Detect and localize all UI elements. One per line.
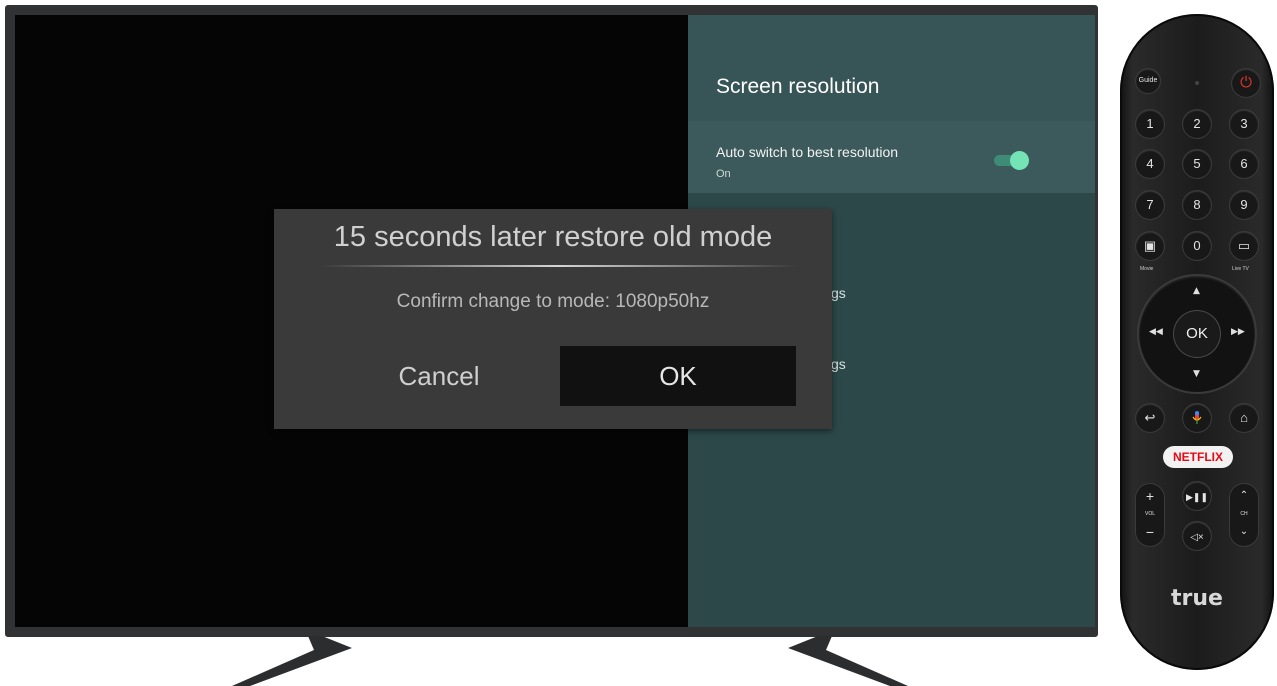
- channel-down-icon: ⌄: [1239, 526, 1249, 537]
- power-button[interactable]: ⏻: [1232, 69, 1260, 97]
- key-5[interactable]: 5: [1183, 150, 1211, 178]
- cancel-button[interactable]: Cancel: [334, 346, 544, 406]
- fast-forward-icon[interactable]: ▶▶: [1231, 327, 1245, 337]
- brand-logo: true: [1171, 586, 1223, 611]
- vol-label: VOL: [1144, 511, 1155, 517]
- home-button[interactable]: ⌂: [1230, 404, 1258, 432]
- rewind-icon[interactable]: ◀◀: [1149, 327, 1163, 337]
- dpad-ok-button[interactable]: OK: [1174, 311, 1220, 357]
- toggle-knob: [1010, 151, 1029, 170]
- tv-frame: Screen resolution Auto switch to best re…: [5, 5, 1098, 637]
- tv-stand-left: [232, 636, 352, 686]
- indicator-light: [1195, 81, 1199, 85]
- volume-up-icon: +: [1145, 488, 1155, 504]
- settings-title: Screen resolution: [716, 75, 880, 98]
- key-1[interactable]: 1: [1136, 110, 1164, 138]
- auto-switch-toggle[interactable]: [994, 151, 1029, 170]
- ok-button[interactable]: OK: [560, 346, 796, 406]
- live-tv-button[interactable]: ▭: [1230, 232, 1258, 260]
- channel-rocker[interactable]: ⌃ CH ⌄: [1230, 484, 1258, 546]
- volume-down-icon: −: [1145, 524, 1155, 540]
- voice-button[interactable]: [1183, 404, 1211, 432]
- power-icon: ⏻: [1240, 74, 1252, 91]
- auto-switch-value: On: [716, 168, 731, 180]
- menu-item-partial-2[interactable]: gs: [831, 356, 846, 372]
- microphone-icon: [1192, 411, 1202, 424]
- dialog-title: 15 seconds later restore old mode: [333, 221, 773, 253]
- movie-label: Movie: [1140, 266, 1154, 272]
- home-icon: ⌂: [1240, 410, 1248, 425]
- dpad: ▲ ▼ ◀◀ ▶▶ OK: [1139, 276, 1255, 392]
- tv-screen: Screen resolution Auto switch to best re…: [15, 15, 1095, 627]
- dialog-divider: [319, 265, 797, 267]
- netflix-button[interactable]: NETFLIX: [1163, 446, 1233, 468]
- key-3[interactable]: 3: [1230, 110, 1258, 138]
- remote-control: Guide ⏻ 1 2 3 4 5 6 7 8 9 ▣ Movie 0 ▭ Li…: [1120, 14, 1274, 670]
- guide-button[interactable]: Guide: [1136, 69, 1160, 93]
- restore-mode-dialog: 15 seconds later restore old mode Confir…: [274, 209, 832, 429]
- key-7[interactable]: 7: [1136, 191, 1164, 219]
- dpad-up-arrow[interactable]: ▲: [1193, 286, 1200, 296]
- key-6[interactable]: 6: [1230, 150, 1258, 178]
- key-2[interactable]: 2: [1183, 110, 1211, 138]
- auto-switch-row[interactable]: Auto switch to best resolution On: [688, 121, 1095, 193]
- back-icon: ↩: [1144, 410, 1156, 425]
- settings-header: Screen resolution: [688, 15, 1095, 121]
- mute-icon: ◁×: [1190, 532, 1204, 543]
- auto-switch-label: Auto switch to best resolution: [716, 144, 899, 160]
- key-9[interactable]: 9: [1230, 191, 1258, 219]
- tv-stand-right: [788, 636, 908, 686]
- menu-item-partial-1[interactable]: gs: [831, 285, 846, 301]
- key-0[interactable]: 0: [1183, 232, 1211, 260]
- movie-button[interactable]: ▣: [1136, 232, 1164, 260]
- dpad-down-arrow[interactable]: ▼: [1193, 369, 1200, 379]
- play-pause-button[interactable]: ▶❚❚: [1183, 482, 1211, 510]
- back-button[interactable]: ↩: [1136, 404, 1164, 432]
- volume-rocker[interactable]: + VOL −: [1136, 484, 1164, 546]
- channel-up-icon: ⌃: [1239, 490, 1249, 501]
- ch-label: CH: [1240, 511, 1248, 517]
- tv-icon: ▭: [1237, 238, 1251, 253]
- movie-icon: ▣: [1143, 238, 1157, 253]
- dialog-message: Confirm change to mode: 1080p50hz: [396, 291, 710, 312]
- live-tv-label: Live TV: [1232, 266, 1249, 272]
- mute-button[interactable]: ◁×: [1183, 522, 1211, 550]
- key-4[interactable]: 4: [1136, 150, 1164, 178]
- key-8[interactable]: 8: [1183, 191, 1211, 219]
- play-pause-icon: ▶❚❚: [1185, 492, 1208, 502]
